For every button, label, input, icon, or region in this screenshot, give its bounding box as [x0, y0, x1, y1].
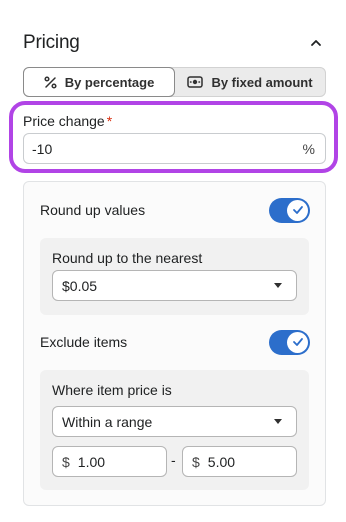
- pricing-mode-toggle: By percentage By fixed amount: [23, 67, 326, 97]
- exclude-toggle[interactable]: [269, 329, 310, 355]
- min-price-input[interactable]: $ 1.00: [52, 446, 167, 477]
- condition-value: Within a range: [62, 413, 153, 430]
- round-up-label: Round up values: [40, 202, 146, 218]
- pricing-header: Pricing: [23, 30, 327, 56]
- caret-down-icon: [274, 283, 282, 288]
- section-title: Pricing: [23, 32, 80, 53]
- percent-suffix: %: [302, 140, 315, 157]
- check-icon: [287, 331, 308, 353]
- round-up-toggle[interactable]: [269, 197, 310, 223]
- round-nearest-select[interactable]: $0.05: [52, 270, 297, 301]
- condition-select[interactable]: Within a range: [52, 406, 297, 437]
- max-price-value: 5.00: [207, 453, 236, 470]
- check-icon: [287, 199, 308, 221]
- tab-by-percentage[interactable]: By percentage: [23, 67, 175, 97]
- price-change-value: -10: [32, 140, 53, 157]
- range-separator: -: [171, 452, 176, 468]
- percent-icon: [44, 75, 57, 89]
- min-price-value: 1.00: [77, 453, 106, 470]
- tab-by-fixed-amount[interactable]: By fixed amount: [175, 68, 325, 96]
- price-change-label: Price change *: [23, 113, 112, 129]
- price-change-label-text: Price change: [23, 113, 105, 129]
- currency-prefix: $: [62, 453, 70, 470]
- currency-prefix: $: [192, 453, 200, 470]
- caret-down-icon: [274, 419, 282, 424]
- tab-label: By fixed amount: [211, 74, 313, 90]
- tab-label: By percentage: [64, 74, 155, 90]
- round-up-row: Round up values: [40, 197, 310, 223]
- round-nearest-value: $0.05: [62, 277, 98, 294]
- price-change-input[interactable]: -10 %: [23, 133, 326, 164]
- exclude-label: Exclude items: [40, 334, 128, 350]
- max-price-input[interactable]: $ 5.00: [182, 446, 297, 477]
- round-nearest-label: Round up to the nearest: [52, 250, 203, 266]
- required-marker: *: [106, 113, 113, 129]
- exclude-row: Exclude items: [40, 329, 310, 355]
- condition-label: Where item price is: [52, 382, 172, 398]
- cash-icon: [187, 76, 204, 88]
- chevron-up-icon[interactable]: [305, 32, 327, 54]
